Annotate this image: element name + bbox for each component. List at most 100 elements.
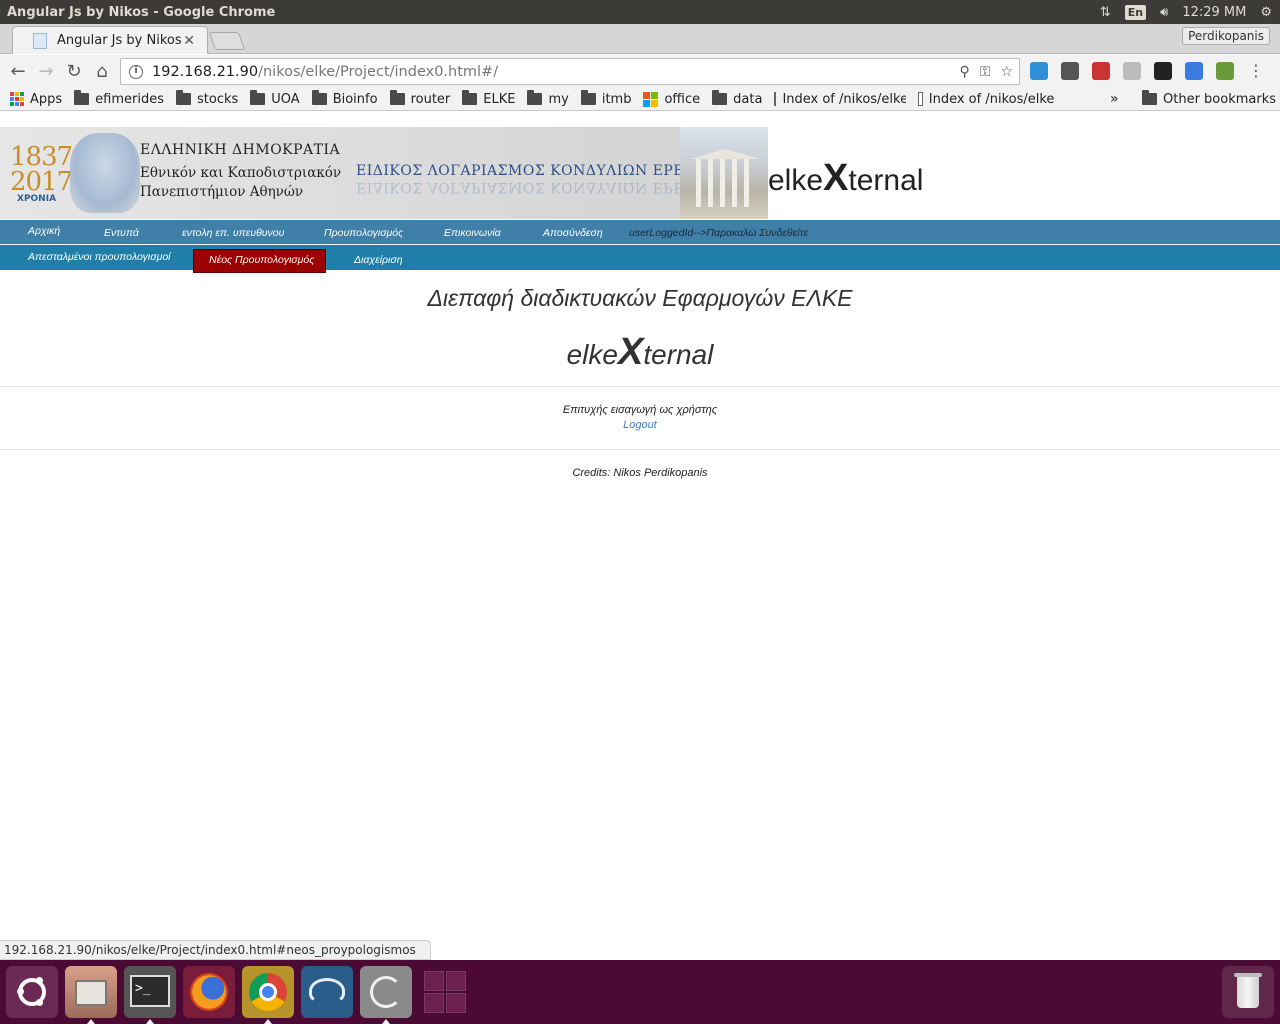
bookmark-label: Apps	[30, 91, 63, 107]
clock[interactable]: 12:29 ΜΜ	[1182, 5, 1246, 20]
reload-icon[interactable]: ↻	[60, 61, 88, 82]
bookmark-office[interactable]: office	[643, 91, 701, 107]
bookmark-page[interactable]: Index of /nikos/elke	[918, 92, 1054, 107]
bookmark-folder[interactable]: data	[712, 90, 763, 107]
folder-icon	[527, 90, 543, 105]
nav-contact[interactable]: Επικοινωνία	[444, 227, 501, 239]
divider	[0, 449, 1280, 450]
banner-university-line1: Εθνικόν και Καποδιστριακόν	[140, 165, 342, 181]
extension-camera-icon[interactable]	[1061, 62, 1079, 80]
bookmark-label: ELKE	[483, 91, 516, 107]
bookmark-label: Other bookmarks	[1163, 91, 1277, 107]
folder-icon	[580, 90, 596, 105]
bookmark-star-icon[interactable]: ☆	[1000, 64, 1013, 80]
bookmark-label: router	[410, 91, 451, 107]
link-status-bubble: 192.168.21.90/nikos/elke/Project/index0.…	[0, 940, 431, 960]
mysql-workbench-icon[interactable]	[301, 966, 353, 1018]
terminal-icon[interactable]: >_	[124, 966, 176, 1024]
nav-new-budget[interactable]: Νέος Προυπολογισμός	[209, 254, 314, 266]
bookmark-label: Index of /nikos/elke	[928, 91, 1055, 107]
bookmark-folder[interactable]: stocks	[176, 90, 239, 107]
unity-launcher: >_	[0, 960, 1280, 1024]
dash-icon[interactable]	[6, 966, 58, 1018]
trash-icon[interactable]	[1222, 966, 1274, 1018]
tab-strip: Angular Js by Nikos ✕ Perdikopanis	[0, 24, 1280, 54]
divider	[0, 386, 1280, 387]
nav-sent-budgets[interactable]: Απεσταλμένοι προυπολογισμοί	[28, 251, 171, 263]
site-brand: elkeXternal	[768, 157, 924, 199]
nav-home[interactable]: Αρχική	[28, 225, 60, 237]
url-path: /nikos/elke/Project/index0.html#/	[258, 63, 499, 80]
folder-icon	[250, 90, 266, 105]
extension-puzzle-icon[interactable]	[1216, 62, 1234, 80]
more-bookmarks-chevron-icon[interactable]: »	[1110, 91, 1119, 107]
secondary-nav	[0, 245, 1280, 270]
folder-icon	[74, 90, 90, 105]
extension-translate-icon[interactable]	[1185, 62, 1203, 80]
banner-elke-title: ΕΙΔΙΚΟΣ ΛΟΓΑΡΙΑΣΜΟΣ ΚΟΝΔΥΛΙΩΝ ΕΡΕΥΝΑΣ	[356, 163, 728, 179]
banner-university-line2: Πανεπιστήμιον Αθηνών	[140, 184, 304, 200]
files-icon[interactable]	[65, 966, 117, 1024]
forward-arrow-icon[interactable]: →	[32, 61, 60, 82]
volume-icon[interactable]: 🔊︎	[1160, 5, 1168, 20]
profile-button[interactable]: Perdikopanis	[1182, 27, 1270, 45]
bookmark-folder[interactable]: my	[527, 90, 569, 107]
bookmark-label: UOA	[271, 91, 300, 107]
university-building-image	[680, 127, 768, 219]
bookmark-apps[interactable]: Apps	[0, 92, 62, 107]
bookmark-folder[interactable]: itmb	[580, 90, 631, 107]
nav-forms[interactable]: Εντυπά	[104, 227, 139, 239]
folder-icon	[389, 90, 405, 105]
bookmark-folder[interactable]: router	[389, 90, 451, 107]
zoom-icon[interactable]: ⚲	[960, 64, 970, 80]
browser-tab[interactable]: Angular Js by Nikos ✕	[12, 26, 208, 54]
bookmark-folder[interactable]: efimerides	[74, 90, 164, 107]
bookmark-folder[interactable]: Bioinfo	[311, 90, 378, 107]
bookmark-label: office	[664, 91, 701, 107]
folder-icon	[712, 90, 728, 105]
folder-icon	[311, 90, 327, 105]
nav-admin[interactable]: Διαχείριση	[354, 254, 403, 266]
credits-text: Credits: Nikos Perdikopanis	[572, 467, 708, 479]
chrome-icon[interactable]	[242, 966, 294, 1024]
banner-elke-reflection: ΕΙΔΙΚΟΣ ΛΟΓΑΡΙΑΣΜΟΣ ΚΟΝΔΥΛΙΩΝ ΕΡΕΥΝΑΣ	[356, 179, 728, 195]
logout-link: Logout	[623, 419, 657, 431]
bookmark-label: stocks	[197, 91, 239, 107]
keyboard-layout-indicator[interactable]: En	[1124, 4, 1147, 20]
os-top-panel: Angular Js by Nikos - Google Chrome ⇅ En…	[0, 0, 1280, 24]
bookmark-label: data	[733, 91, 763, 107]
nav-logout[interactable]: Αποσύνδεση	[543, 227, 603, 239]
bookmark-folder[interactable]: UOA	[250, 90, 300, 107]
other-bookmarks[interactable]: Other bookmarks	[1142, 90, 1277, 107]
extension-icons: ⋮	[1030, 62, 1265, 80]
bookmark-page[interactable]: Index of /nikos/elke	[774, 92, 906, 107]
banner-republic: ΕΛΛΗΝΙΚΗ ΔΗΜΟΚΡΑΤΙΑ	[140, 142, 341, 158]
key-icon[interactable]: ⚿	[980, 64, 991, 80]
address-bar[interactable]: i 192.168.21.90/nikos/elke/Project/index…	[120, 58, 1020, 85]
folder-icon	[1142, 90, 1157, 105]
new-tab-button[interactable]	[208, 32, 246, 50]
close-tab-icon[interactable]: ✕	[183, 33, 195, 49]
chrome-menu-icon[interactable]: ⋮	[1247, 62, 1265, 80]
microsoft-logo-icon	[643, 91, 659, 107]
window-title: Angular Js by Nikos - Google Chrome	[7, 4, 276, 20]
home-icon[interactable]: ⌂	[88, 61, 116, 82]
bookmark-folder[interactable]: ELKE	[462, 90, 516, 107]
site-info-icon[interactable]: i	[129, 64, 143, 79]
extension-adblock-icon[interactable]	[1030, 62, 1048, 80]
page-icon	[774, 92, 777, 106]
apps-grid-icon	[10, 92, 24, 106]
firefox-icon[interactable]	[183, 966, 235, 1018]
back-arrow-icon[interactable]: ←	[4, 61, 32, 82]
extension-terminal-icon[interactable]	[1154, 62, 1172, 80]
network-icon[interactable]: ⇅	[1100, 5, 1111, 20]
nav-order[interactable]: εντολη επ. υπευθυνου	[182, 227, 284, 239]
url-host: 192.168.21.90	[152, 63, 259, 80]
workspace-switcher-icon[interactable]	[419, 966, 471, 1018]
settings-gear-icon[interactable]: ⚙	[1260, 5, 1272, 20]
extension-box-icon[interactable]	[1123, 62, 1141, 80]
nav-budget[interactable]: Προυπολογισμός	[324, 227, 403, 239]
bookmark-label: my	[548, 91, 569, 107]
extension-bookmark-icon[interactable]	[1092, 62, 1110, 80]
remmina-icon[interactable]	[360, 966, 412, 1024]
